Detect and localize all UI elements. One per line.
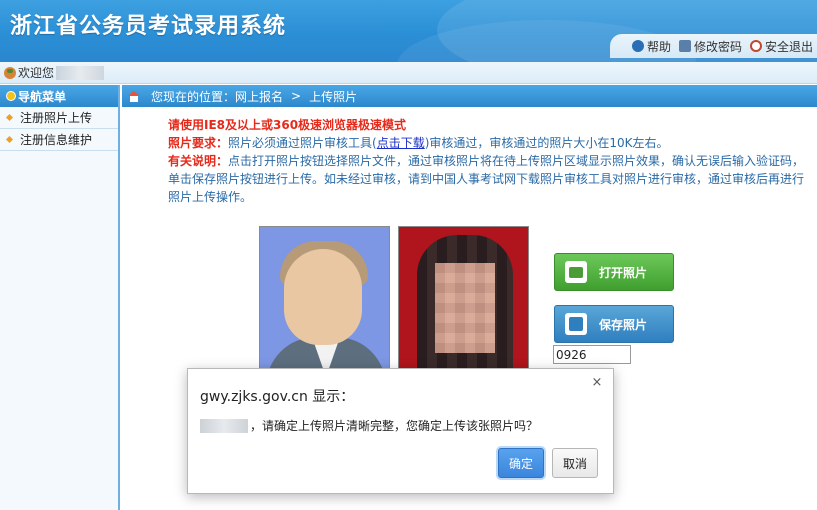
redacted-username <box>56 65 105 80</box>
browser-tip: 请使用IE8及以上或360极速浏览器极速模式 <box>168 118 407 132</box>
requirement-label: 照片要求： <box>168 136 229 150</box>
logout-label: 安全退出 <box>764 39 813 54</box>
ok-button[interactable]: 确定 <box>498 448 544 478</box>
sidebar-item-info-maintain[interactable]: 注册信息维护 <box>0 129 118 151</box>
save-photo-label: 保存照片 <box>599 317 648 332</box>
power-icon <box>749 40 762 52</box>
confirm-dialog: gwy.zjks.gov.cn 显示： × ，请确定上传照片清晰完整，您确定上传… <box>187 368 614 494</box>
close-icon[interactable]: × <box>589 375 605 391</box>
help-icon <box>631 40 644 52</box>
header: 浙江省公务员考试录用系统 帮助 修改密码 安全退出 <box>0 0 817 62</box>
download-link[interactable]: 点击下载 <box>377 136 425 150</box>
app-window: 浙江省公务员考试录用系统 帮助 修改密码 安全退出 欢迎您 导航菜单 注册照片上… <box>0 0 817 510</box>
sidebar-item-label: 注册信息维护 <box>20 133 93 147</box>
bullet-icon <box>5 113 14 122</box>
nav-icon <box>6 91 16 101</box>
dialog-message: ，请确定上传照片清晰完整，您确定上传该张照片吗？ <box>200 417 538 434</box>
change-password-link[interactable]: 修改密码 <box>678 38 742 55</box>
requirement-text-2: )审核通过，审核通过的照片大小在10K左右。 <box>424 136 669 150</box>
related-info: 有关说明：点击打开照片按钮选择照片文件，通过审核照片将在待上传照片区域显示照片效… <box>168 152 808 206</box>
photo-requirement: 照片要求：照片必须通过照片审核工具(点击下载)审核通过，审核通过的照片大小在10… <box>168 134 808 152</box>
dialog-message-text: ，请确定上传照片清晰完整，您确定上传该张照片吗？ <box>250 419 539 433</box>
sample-photo <box>259 226 390 376</box>
sidebar: 导航菜单 注册照片上传 注册信息维护 <box>0 85 120 510</box>
home-icon <box>128 90 140 102</box>
folder-icon <box>565 261 587 283</box>
app-title: 浙江省公务员考试录用系统 <box>10 14 287 39</box>
redacted-name <box>200 418 248 433</box>
key-icon <box>678 40 691 52</box>
info-label: 有关说明： <box>168 154 229 168</box>
save-photo-button[interactable]: 保存照片 <box>554 305 674 343</box>
requirement-text-1: 照片必须通过照片审核工具( <box>228 136 377 150</box>
dialog-title: gwy.zjks.gov.cn 显示： <box>200 389 355 405</box>
open-photo-label: 打开照片 <box>599 265 648 280</box>
help-label: 帮助 <box>646 39 671 54</box>
bullet-icon <box>5 135 14 144</box>
sidebar-title: 导航菜单 <box>18 89 67 104</box>
breadcrumb-current: 上传照片 <box>309 89 358 104</box>
header-links: 帮助 修改密码 安全退出 <box>609 34 817 58</box>
change-password-label: 修改密码 <box>693 39 742 54</box>
help-link[interactable]: 帮助 <box>631 38 671 55</box>
avatar-head <box>284 249 362 345</box>
user-icon <box>4 66 16 79</box>
info-text: 点击打开照片按钮选择照片文件，通过审核照片将在待上传照片区域显示照片效果，确认无… <box>168 154 805 204</box>
sidebar-header: 导航菜单 <box>0 85 118 107</box>
logout-link[interactable]: 安全退出 <box>749 38 813 55</box>
captcha-input[interactable] <box>553 345 631 364</box>
breadcrumb-separator: > <box>291 89 302 103</box>
sidebar-item-photo-upload[interactable]: 注册照片上传 <box>0 107 118 129</box>
pixelated-face <box>435 263 495 353</box>
sidebar-item-label: 注册照片上传 <box>20 111 93 125</box>
cancel-button[interactable]: 取消 <box>552 448 598 478</box>
open-photo-button[interactable]: 打开照片 <box>554 253 674 291</box>
save-icon <box>565 313 587 335</box>
uploaded-photo-preview <box>398 226 529 376</box>
breadcrumb-prefix: 您现在的位置：网上报名 <box>151 89 284 104</box>
welcome-bar: 欢迎您 <box>0 62 817 84</box>
breadcrumb: 您现在的位置：网上报名 > 上传照片 <box>122 85 817 107</box>
instructions: 请使用IE8及以上或360极速浏览器极速模式 照片要求：照片必须通过照片审核工具… <box>168 116 808 206</box>
welcome-label: 欢迎您 <box>18 66 55 80</box>
